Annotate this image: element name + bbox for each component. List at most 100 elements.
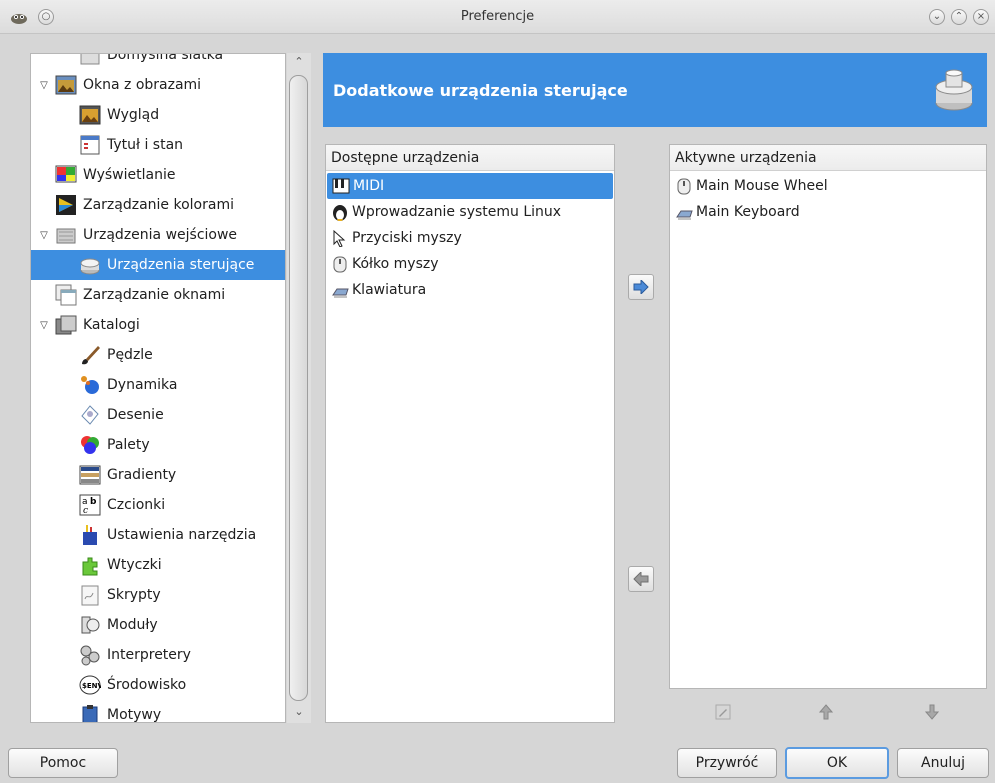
expander-icon[interactable]: ▽ [37, 320, 51, 331]
tree-item-palettes[interactable]: Palety [31, 430, 285, 460]
tree-item-tool-presets[interactable]: Ustawienia narzędzia [31, 520, 285, 550]
tree-item-scripts[interactable]: Skrypty [31, 580, 285, 610]
add-device-button[interactable] [628, 274, 654, 300]
tree-item-dynamics[interactable]: Dynamika [31, 370, 285, 400]
tree-item-label: Czcionki [107, 497, 166, 513]
tree-item-window-management[interactable]: Zarządzanie oknami [31, 280, 285, 310]
tree-item-label: Wygląd [107, 107, 160, 123]
tree-scrollbar[interactable]: ⌃ ⌄ [287, 53, 311, 723]
available-device-item[interactable]: Klawiatura [326, 277, 614, 303]
plugins-icon [79, 554, 101, 576]
scrollbar-thumb[interactable] [289, 75, 308, 701]
folders-icon [55, 314, 77, 336]
scroll-up-arrow-icon[interactable]: ⌃ [287, 55, 311, 68]
mouse-wheel-icon [675, 177, 693, 195]
tree-item-grid[interactable]: Domyślna siatka [31, 54, 285, 70]
ok-button[interactable]: OK [785, 747, 889, 779]
expander-icon[interactable]: ▽ [37, 80, 51, 91]
maximize-button[interactable]: ⌃ [951, 9, 967, 25]
help-button[interactable]: Pomoc [8, 748, 118, 778]
active-devices-header[interactable]: Aktywne urządzenia [670, 145, 986, 171]
scripts-icon [79, 584, 101, 606]
brushes-icon [79, 344, 101, 366]
help-button-label: Pomoc [39, 755, 87, 771]
tree-item-input-devices[interactable]: ▽ Urządzenia wejściowe [31, 220, 285, 250]
tree-item-gradients[interactable]: Gradienty [31, 460, 285, 490]
interpreters-icon [79, 644, 101, 666]
scroll-down-arrow-icon[interactable]: ⌄ [287, 705, 311, 718]
minimize-button[interactable]: ⌄ [929, 9, 945, 25]
available-device-item[interactable]: Przyciski myszy [326, 225, 614, 251]
tree-item-color-management[interactable]: Zarządzanie kolorami [31, 190, 285, 220]
appearance-icon [79, 104, 101, 126]
device-label: Przyciski myszy [352, 230, 462, 246]
device-label: Klawiatura [352, 282, 427, 298]
tree-item-image-window[interactable]: ▽ Okna z obrazami [31, 70, 285, 100]
environment-icon: $ENV [79, 674, 104, 696]
ok-button-label: OK [826, 755, 848, 771]
close-button[interactable]: × [973, 9, 989, 25]
expander-icon[interactable]: ▽ [37, 230, 51, 241]
tree-item-label: Urządzenia wejściowe [83, 227, 238, 243]
palettes-icon [79, 434, 101, 456]
image-window-icon [55, 74, 77, 96]
tree-item-brushes[interactable]: Pędzle [31, 340, 285, 370]
device-label: Main Mouse Wheel [696, 178, 828, 194]
tree-item-modules[interactable]: Moduły [31, 610, 285, 640]
mouse-pointer-icon [331, 229, 349, 248]
active-device-item[interactable]: Main Mouse Wheel [670, 173, 986, 199]
window-title: Preferencje [460, 9, 535, 24]
available-device-item[interactable]: MIDI [327, 173, 613, 199]
cancel-button[interactable]: Anuluj [897, 748, 989, 778]
page-title: Dodatkowe urządzenia sterujące [333, 81, 628, 100]
active-device-item[interactable]: Main Keyboard [670, 199, 986, 225]
patterns-icon [79, 404, 101, 426]
input-devices-icon [55, 224, 77, 246]
keyboard-icon [675, 203, 693, 221]
tree-item-title-status[interactable]: Tytuł i stan [31, 130, 285, 160]
tree-item-label: Okna z obrazami [83, 77, 202, 93]
tree-item-folders[interactable]: ▽ Katalogi [31, 310, 285, 340]
tree-item-label: Katalogi [83, 317, 140, 333]
available-devices-header[interactable]: Dostępne urządzenia [326, 145, 614, 171]
tree-item-appearance[interactable]: Wygląd [31, 100, 285, 130]
arrow-down-icon [925, 704, 939, 720]
tree-item-display[interactable]: Wyświetlanie [31, 160, 285, 190]
tree-item-input-controllers[interactable]: Urządzenia sterujące [31, 250, 285, 280]
available-device-item[interactable]: Kółko myszy [326, 251, 614, 277]
title-status-icon [79, 134, 101, 156]
tree-item-label: Zarządzanie oknami [83, 287, 226, 303]
themes-icon [79, 704, 101, 722]
remove-device-button[interactable] [628, 566, 654, 592]
edit-icon [715, 704, 731, 720]
tree-item-patterns[interactable]: Desenie [31, 400, 285, 430]
tree-item-label: Ustawienia narzędzia [107, 527, 257, 543]
tree-item-label: Zarządzanie kolorami [83, 197, 234, 213]
tree-item-interpreters[interactable]: Interpretery [31, 640, 285, 670]
tree-item-plugins[interactable]: Wtyczki [31, 550, 285, 580]
tree-item-label: Wtyczki [107, 557, 162, 573]
move-down-button[interactable] [920, 700, 944, 724]
tree-item-label: Motywy [107, 707, 162, 723]
reset-button[interactable]: Przywróć [677, 748, 777, 778]
tree-item-environment[interactable]: $ENV Środowisko [31, 670, 285, 700]
edit-device-button[interactable] [711, 700, 735, 724]
tree-item-label: Palety [107, 437, 150, 453]
grid-icon [79, 54, 101, 66]
linux-input-icon [331, 203, 349, 221]
tree-item-themes[interactable]: Motywy [31, 700, 285, 723]
move-up-button[interactable] [814, 700, 838, 724]
tree-item-fonts[interactable]: a b c Czcionki [31, 490, 285, 520]
tool-presets-icon [79, 524, 101, 546]
tree-item-label: Urządzenia sterujące [107, 257, 255, 273]
tree-item-label: Skrypty [107, 587, 161, 603]
modules-icon [79, 614, 101, 636]
color-management-icon [55, 194, 77, 216]
svg-text:b: b [90, 497, 97, 507]
tree-item-label: Dynamika [107, 377, 178, 393]
available-device-item[interactable]: Wprowadzanie systemu Linux [326, 199, 614, 225]
gradients-icon [79, 464, 101, 486]
fonts-icon: abc [79, 494, 101, 516]
device-label: Kółko myszy [352, 256, 439, 272]
tree-item-label: Interpretery [107, 647, 191, 663]
